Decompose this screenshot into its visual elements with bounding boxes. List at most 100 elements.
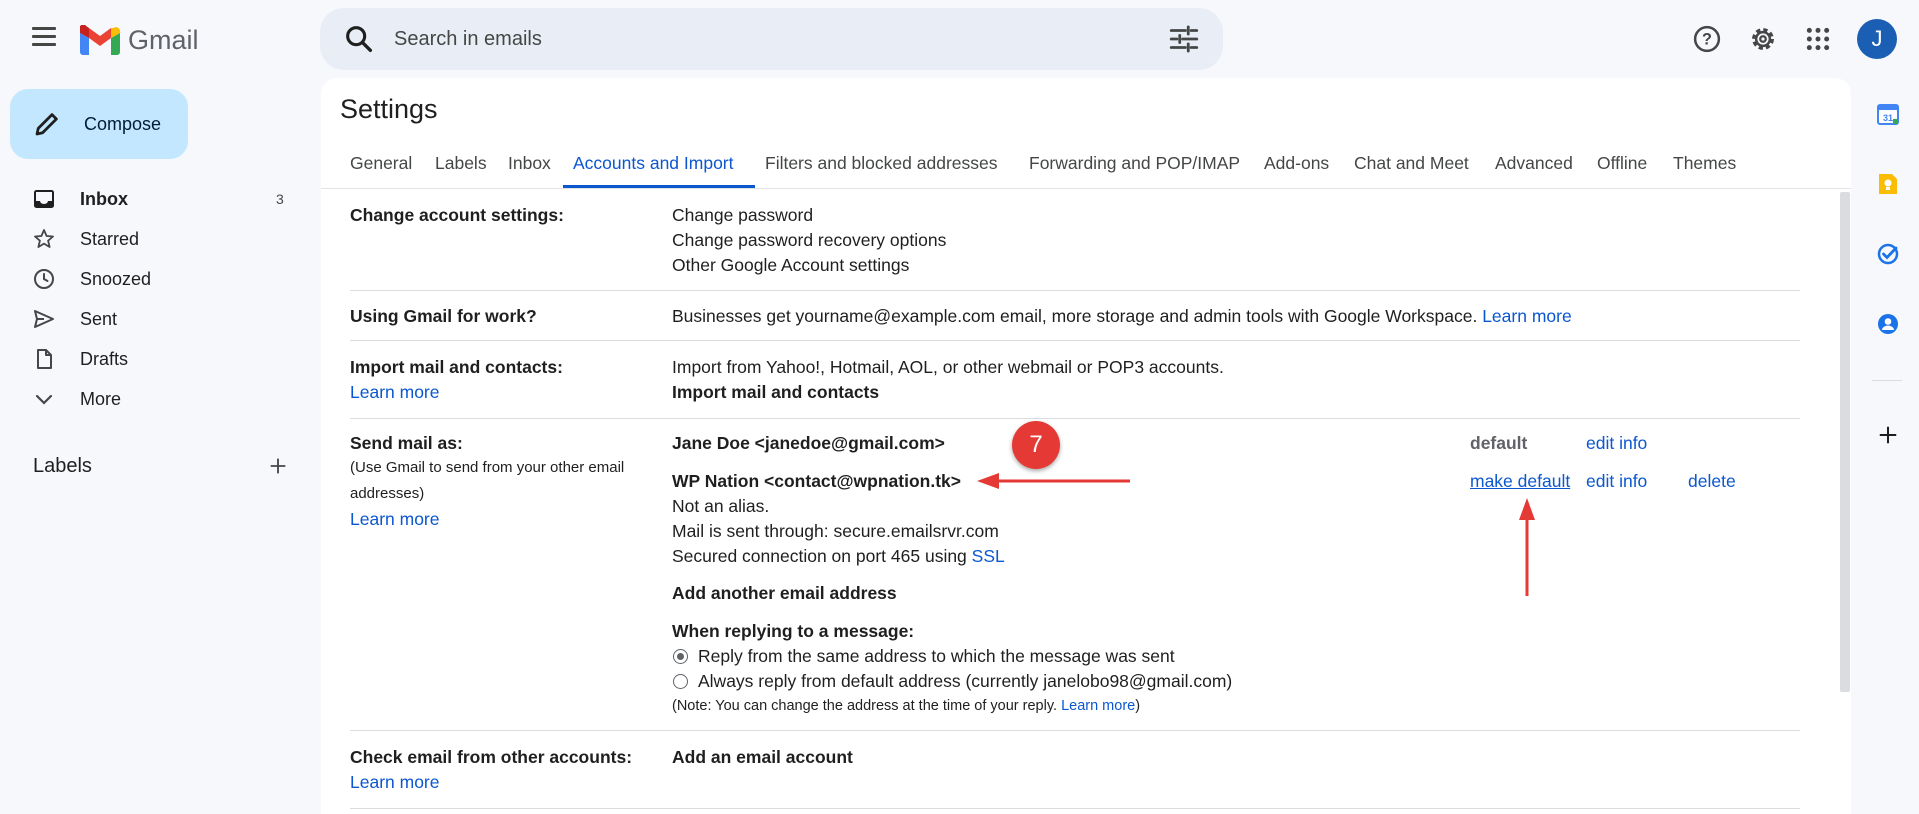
chevron-down-icon [30,385,58,413]
help-icon[interactable]: ? [1688,20,1726,58]
google-account-link[interactable]: Other Google Account settings [672,255,909,276]
unread-count: 3 [276,191,284,207]
send-as-learn-more-link[interactable]: Learn more [350,509,440,530]
sidebar-item-label: Snoozed [80,268,152,289]
gear-icon[interactable] [1744,20,1782,58]
tab-inbox[interactable]: Inbox [508,153,551,189]
step-badge: 7 [1012,421,1060,469]
default-status: default [1470,433,1528,453]
import-learn-more-link[interactable]: Learn more [350,382,440,403]
reply-same-radio[interactable] [673,649,688,664]
tabs-divider [321,188,1851,189]
tab-filters[interactable]: Filters and blocked addresses [765,153,997,189]
reply-default-label[interactable]: Always reply from default address (curre… [698,671,1232,692]
gmail-logo[interactable]: Gmail [80,22,199,58]
primary-edit-info-link[interactable]: edit info [1586,433,1647,454]
plus-icon [270,458,286,474]
reply-default-radio[interactable] [673,674,688,689]
secondary-address: WP Nation <contact@wpnation.tk> [672,471,961,491]
check-email-learn-more-link[interactable]: Learn more [350,772,440,793]
row-divider [350,730,1800,731]
compose-label: Compose [84,113,162,134]
recovery-options-link[interactable]: Change password recovery options [672,230,946,251]
add-icon[interactable] [1872,419,1904,451]
sidebar-item-drafts[interactable]: Drafts [0,339,300,379]
scrollbar-thumb[interactable] [1840,192,1850,692]
contacts-icon[interactable] [1872,308,1904,340]
tab-chat-and-meet[interactable]: Chat and Meet [1354,153,1469,189]
alias-text: Not an alias. [672,496,770,516]
reply-note: (Note: You can change the address at the… [672,698,1140,714]
reply-note-text: (Note: You can change the address at the… [672,698,1058,714]
rail-divider [1872,380,1902,381]
send-as-note-line: (Use Gmail to send from your other email [350,459,625,476]
tab-general[interactable]: General [350,153,412,189]
keep-icon[interactable] [1872,168,1904,200]
import-text: Import from Yahoo!, Hotmail, AOL, or oth… [672,357,1224,377]
labels-heading: Labels [33,455,92,477]
gmail-for-work-label: Using Gmail for work? [350,306,537,326]
tab-offline[interactable]: Offline [1597,153,1647,189]
sidebar-item-more[interactable]: More [0,379,300,419]
tab-forwarding[interactable]: Forwarding and POP/IMAP [1029,153,1240,189]
add-label-button[interactable] [264,452,292,480]
annotation-arrow-left [977,473,1130,489]
make-default-link[interactable]: make default [1470,471,1570,492]
send-icon [30,305,58,333]
tasks-icon[interactable] [1872,238,1904,270]
avatar[interactable]: J [1857,19,1897,59]
page-title: Settings [340,94,438,124]
calendar-icon[interactable]: 31 [1872,98,1904,130]
menu-bar [32,27,56,30]
menu-bar [32,43,56,46]
app-name: Gmail [128,24,199,55]
row-divider [350,340,1800,341]
search-input[interactable] [394,27,1167,51]
delete-link[interactable]: delete [1688,471,1736,492]
main-menu-button[interactable] [24,22,64,56]
tab-add-ons[interactable]: Add-ons [1264,153,1329,189]
tab-themes[interactable]: Themes [1673,153,1736,189]
search-icon[interactable] [342,22,376,56]
sidebar-item-snoozed[interactable]: Snoozed [0,259,300,299]
sidebar-item-label: More [80,388,122,409]
import-mail-contacts-link[interactable]: Import mail and contacts [672,382,879,403]
reply-note-learn-more-link[interactable]: Learn more [1061,698,1135,714]
gmail-m-icon [80,25,120,55]
clock-icon [30,265,58,293]
change-password-link[interactable]: Change password [672,205,813,226]
add-another-email-link[interactable]: Add another email address [672,583,897,604]
sidebar-item-inbox[interactable]: Inbox 3 [0,179,300,219]
search-bar[interactable] [320,8,1223,70]
star-icon [30,225,58,253]
inbox-icon [30,185,58,213]
svg-text:?: ? [1702,31,1712,49]
draft-icon [30,345,58,373]
sidebar-item-label: Inbox [80,188,128,209]
tab-labels[interactable]: Labels [435,153,487,189]
ssl-text: Secured connection on port 465 using [672,546,967,566]
tab-advanced[interactable]: Advanced [1495,153,1573,189]
row-divider [350,290,1800,291]
workspace-learn-more-link[interactable]: Learn more [1482,306,1572,326]
add-email-account-link[interactable]: Add an email account [672,747,853,768]
send-mail-as-label: Send mail as: [350,433,463,453]
svg-text:31: 31 [1883,113,1893,123]
secondary-edit-info-link[interactable]: edit info [1586,471,1647,492]
sidebar-item-label: Drafts [80,348,129,369]
annotation-arrow-up [1519,498,1535,596]
server-text: Mail is sent through: secure.emailsrvr.c… [672,521,999,541]
ssl-link[interactable]: SSL [972,546,1005,566]
sidebar-item-starred[interactable]: Starred [0,219,300,259]
apps-grid-icon[interactable] [1799,20,1837,58]
row-divider [350,418,1800,419]
import-label: Import mail and contacts: [350,357,563,377]
tab-accounts-and-import[interactable]: Accounts and Import [573,153,734,189]
sidebar-item-sent[interactable]: Sent [0,299,300,339]
reply-same-label[interactable]: Reply from the same address to which the… [698,646,1175,667]
pencil-icon [35,113,58,136]
compose-button[interactable]: Compose [10,89,188,159]
reply-note-end: ) [1135,698,1141,714]
sidebar-item-label: Sent [80,308,118,329]
tune-icon[interactable] [1167,22,1201,56]
